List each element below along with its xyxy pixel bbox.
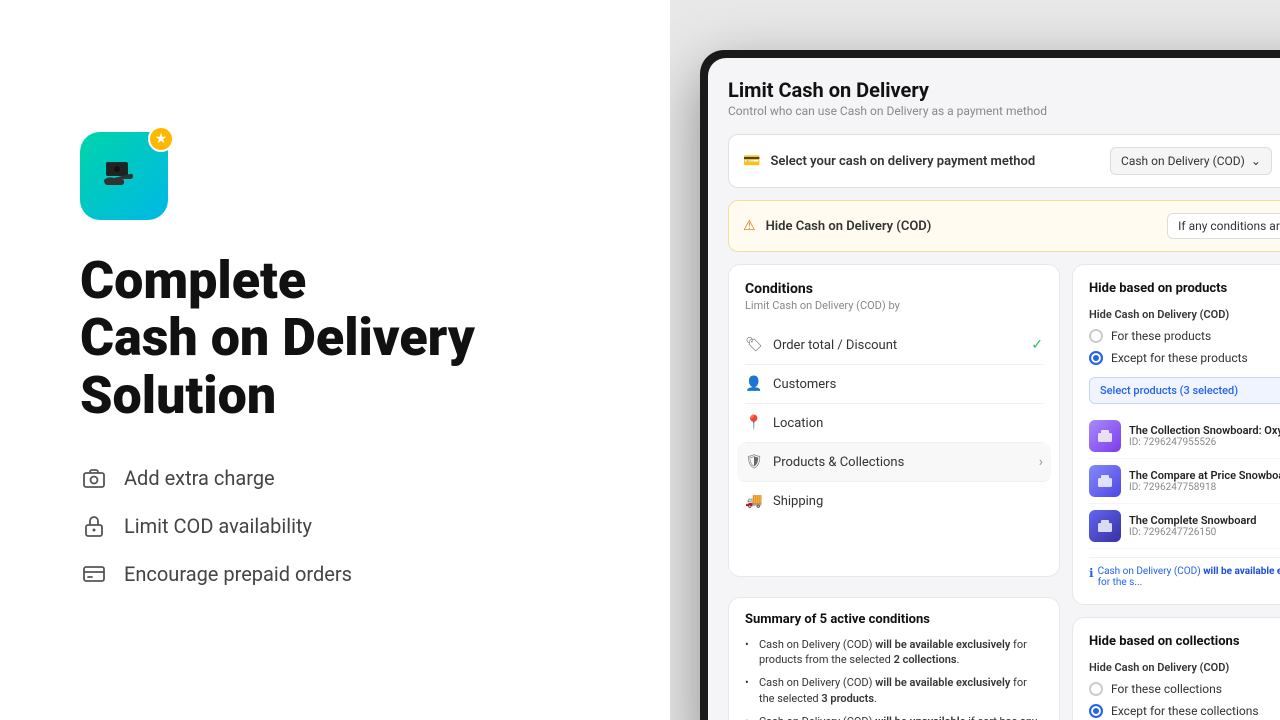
payment-method-select[interactable]: Cash on Delivery (COD) ⌄ (1110, 147, 1272, 175)
product-info-3: The Complete Snowboard ID: 7296247726150 (1129, 514, 1280, 538)
summary-item-2: Cash on Delivery (COD) will be available… (745, 675, 1043, 706)
product-thumb-3 (1089, 510, 1121, 542)
product-id-1: ID: 7296247955526 (1129, 437, 1280, 448)
condition-label-customers: Customers (773, 377, 1043, 392)
summary-box: Summary of 5 active conditions Cash on D… (728, 597, 1060, 720)
right-panel: Limit Cash on Delivery Control who can u… (670, 0, 1280, 720)
app-title: Limit Cash on Delivery (728, 78, 1280, 102)
select-products-button[interactable]: Select products (3 selected) (1089, 377, 1280, 404)
check-icon: ✓ (1031, 337, 1043, 353)
headline: CompleteCash on DeliverySolution (80, 252, 610, 424)
person-icon: 👤 (745, 375, 763, 393)
app-icon-wrapper: ★ (80, 132, 168, 220)
app-subtitle: Control who can use Cash on Delivery as … (728, 104, 1280, 118)
conditions-title: Conditions (745, 281, 1043, 297)
payment-method-row: 💳 Select your cash on delivery payment m… (728, 134, 1280, 188)
radio-except-collections[interactable]: Except for these collections (1089, 704, 1280, 718)
product-name-3: The Complete Snowboard (1129, 514, 1280, 527)
right-subpanel: Hide based on products Hide Cash on Deli… (1072, 264, 1280, 720)
camera-icon (80, 464, 108, 492)
cod-products-label: Hide Cash on Delivery (COD) (1089, 308, 1280, 321)
summary-item-3: Cash on Delivery (COD) will be unavailab… (745, 714, 1043, 720)
conditions-panel: Conditions Limit Cash on Delivery (COD) … (728, 264, 1060, 577)
app-header: Limit Cash on Delivery Control who can u… (728, 78, 1280, 118)
product-name-2: The Compare at Price Snowboard (1129, 469, 1280, 482)
feature-item-lock: Limit COD availability (80, 512, 610, 540)
tablet-mockup: Limit Cash on Delivery Control who can u… (700, 50, 1280, 720)
summary-item-1: Cash on Delivery (COD) will be available… (745, 637, 1043, 668)
chevron-right-icon: › (1039, 454, 1043, 470)
conditions-subtitle: Limit Cash on Delivery (COD) by (745, 299, 1043, 312)
summary-title: Summary of 5 active conditions (745, 612, 1043, 627)
hide-cod-row: ⚠ Hide Cash on Delivery (COD) If any con… (728, 200, 1280, 252)
condition-label-shipping: Shipping (773, 494, 1043, 509)
shield-icon: 🛡 (745, 453, 763, 471)
condition-products-collections[interactable]: 🛡 Products & Collections › (737, 443, 1051, 482)
star-badge: ★ (148, 126, 174, 152)
product-item-3: The Complete Snowboard ID: 7296247726150 (1089, 504, 1280, 549)
radio-except-products[interactable]: Except for these products (1089, 351, 1280, 365)
radio-group-products: For these products Except for these prod… (1089, 329, 1280, 365)
product-item-2: The Compare at Price Snowboard ID: 72962… (1089, 459, 1280, 504)
collections-panel: Hide based on collections Hide Cash on D… (1072, 617, 1280, 720)
radio-circle-for (1089, 329, 1103, 343)
hide-collections-title: Hide based on collections (1089, 634, 1280, 649)
radio-circle-for-col (1089, 682, 1103, 696)
radio-circle-except (1089, 351, 1103, 365)
product-id-2: ID: 7296247758918 (1129, 482, 1280, 493)
radio-for-products[interactable]: For these products (1089, 329, 1280, 343)
tag-icon: 🏷 (745, 336, 763, 354)
condition-location[interactable]: 📍 Location (745, 404, 1043, 443)
radio-for-collections[interactable]: For these collections (1089, 682, 1280, 696)
truck-icon: 🚚 (745, 492, 763, 510)
cod-collections-label: Hide Cash on Delivery (COD) (1089, 661, 1280, 674)
feature-text-prepaid: Encourage prepaid orders (124, 562, 352, 586)
lock-icon (80, 512, 108, 540)
product-name-1: The Collection Snowboard: Oxygen (1129, 424, 1280, 437)
feature-item-card: Encourage prepaid orders (80, 560, 610, 588)
payment-method-label: Select your cash on delivery payment met… (770, 154, 1100, 169)
tablet-screen: Limit Cash on Delivery Control who can u… (708, 58, 1280, 720)
condition-select[interactable]: If any conditions are met ⌄ (1167, 213, 1280, 239)
feature-text-charge: Add extra charge (124, 466, 275, 490)
info-note-products: ℹ Cash on Delivery (COD) will be availab… (1089, 557, 1280, 588)
radio-group-collections: For these collections Except for these c… (1089, 682, 1280, 718)
condition-label-location: Location (773, 416, 1043, 431)
feature-item: Add extra charge (80, 464, 610, 492)
app-ui: Limit Cash on Delivery Control who can u… (708, 58, 1280, 720)
product-thumb-2 (1089, 465, 1121, 497)
two-col-layout: Conditions Limit Cash on Delivery (COD) … (728, 264, 1280, 720)
product-id-3: ID: 7296247726150 (1129, 527, 1280, 538)
radio-circle-except-col (1089, 704, 1103, 718)
condition-customers[interactable]: 👤 Customers (745, 365, 1043, 404)
condition-label-products: Products & Collections (773, 455, 1029, 470)
features-list: Add extra charge Limit COD availability (80, 464, 610, 588)
condition-order-total[interactable]: 🏷 Order total / Discount ✓ (745, 326, 1043, 365)
products-panel: Hide based on products Hide Cash on Deli… (1072, 264, 1280, 605)
pin-icon: 📍 (745, 414, 763, 432)
product-info-1: The Collection Snowboard: Oxygen ID: 729… (1129, 424, 1280, 448)
product-thumb-1 (1089, 420, 1121, 452)
condition-shipping[interactable]: 🚚 Shipping (745, 482, 1043, 520)
feature-text-limit: Limit COD availability (124, 514, 312, 538)
card-icon (80, 560, 108, 588)
condition-label-order: Order total / Discount (773, 338, 1021, 353)
left-panel: ★ CompleteCash on DeliverySolution Add e… (0, 0, 670, 720)
product-info-2: The Compare at Price Snowboard ID: 72962… (1129, 469, 1280, 493)
product-item-1: The Collection Snowboard: Oxygen ID: 729… (1089, 414, 1280, 459)
hide-products-title: Hide based on products (1089, 281, 1280, 296)
hide-cod-label: Hide Cash on Delivery (COD) (766, 219, 1158, 234)
